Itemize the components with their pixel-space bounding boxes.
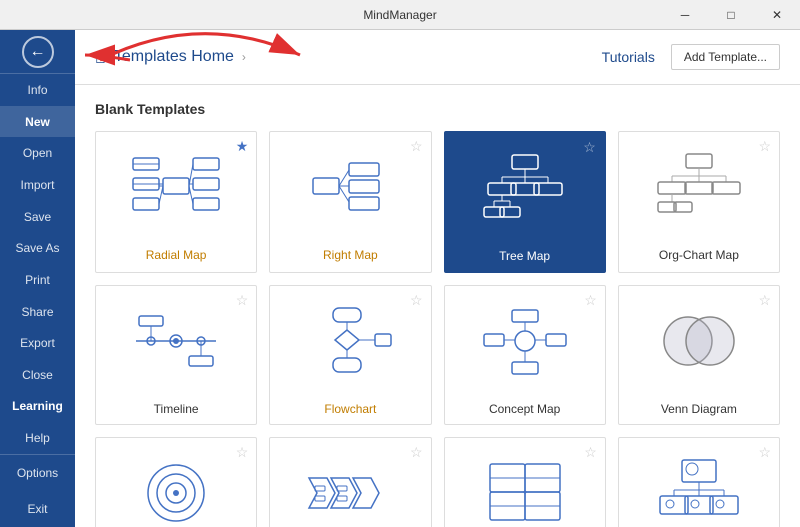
star-empty-icon-tree: ☆ [583, 139, 596, 156]
section-title: Blank Templates [95, 101, 780, 117]
template-card-right-map[interactable]: ☆ Right Map [269, 131, 431, 273]
add-template-button[interactable]: Add Template... [671, 44, 780, 70]
template12-icon-area [619, 438, 779, 527]
sidebar-item-info[interactable]: Info [0, 74, 75, 106]
template-card-concept-map[interactable]: ☆ Conce [444, 285, 606, 425]
sidebar-item-export[interactable]: Export [0, 327, 75, 359]
sidebar-item-close[interactable]: Close [0, 359, 75, 391]
minimize-button[interactable]: ─ [662, 0, 708, 30]
template-card-venn[interactable]: ☆ Venn Diagram [618, 285, 780, 425]
timeline-icon-area [96, 286, 256, 396]
sidebar-item-learning[interactable]: Learning [0, 391, 75, 423]
sidebar-item-print[interactable]: Print [0, 264, 75, 296]
sidebar-item-save[interactable]: Save [0, 201, 75, 233]
star-empty-icon-11: ☆ [584, 444, 597, 461]
sidebar-item-exit[interactable]: Exit [0, 491, 75, 527]
content-area: Blank Templates ★ [75, 85, 800, 527]
home-icon: ⌂ [95, 47, 106, 68]
star-empty-icon: ☆ [410, 138, 423, 155]
template-card-10[interactable]: ☆ [269, 437, 431, 527]
maximize-button[interactable]: □ [708, 0, 754, 30]
sidebar-item-options[interactable]: Options [0, 455, 75, 491]
sidebar-item-share[interactable]: Share [0, 296, 75, 328]
org-chart-icon-area [619, 132, 779, 242]
template-card-flowchart[interactable]: ☆ Flowchart [269, 285, 431, 425]
star-empty-icon-9: ☆ [236, 444, 249, 461]
venn-label: Venn Diagram [619, 396, 779, 424]
right-map-icon-area [270, 132, 430, 242]
window-controls: ─ □ ✕ [662, 0, 800, 30]
venn-icon-area [619, 286, 779, 396]
radial-map-label: Radial Map [96, 242, 256, 270]
star-empty-icon-timeline: ☆ [236, 292, 249, 309]
template11-icon-area [445, 438, 605, 527]
tree-map-icon-area [446, 133, 604, 243]
templates-grid: ★ [95, 131, 780, 527]
sidebar-item-new[interactable]: New [0, 106, 75, 138]
template-card-org-chart[interactable]: ☆ [618, 131, 780, 273]
back-circle-icon: ← [22, 36, 54, 68]
sidebar-item-saveas[interactable]: Save As [0, 232, 75, 264]
star-empty-icon-10: ☆ [410, 444, 423, 461]
org-chart-label: Org-Chart Map [619, 242, 779, 270]
template-card-radial-map[interactable]: ★ [95, 131, 257, 273]
close-button[interactable]: ✕ [754, 0, 800, 30]
template9-icon-area [96, 438, 256, 527]
template-card-9[interactable]: ☆ [95, 437, 257, 527]
breadcrumb-arrow: › [242, 50, 246, 64]
star-empty-icon-concept: ☆ [584, 292, 597, 309]
timeline-label: Timeline [96, 396, 256, 424]
template-card-12[interactable]: ☆ [618, 437, 780, 527]
sidebar-item-help[interactable]: Help [0, 422, 75, 454]
star-empty-icon-venn: ☆ [758, 292, 771, 309]
radial-map-icon-area [96, 132, 256, 242]
breadcrumb: ⌂ Templates Home › [95, 47, 246, 68]
template10-icon-area [270, 438, 430, 527]
breadcrumb-label: Templates Home [114, 48, 234, 66]
template-card-tree-map[interactable]: ☆ [444, 131, 606, 273]
star-empty-icon-org: ☆ [758, 138, 771, 155]
star-filled-icon: ★ [236, 138, 249, 155]
right-map-label: Right Map [270, 242, 430, 270]
template-card-11[interactable]: ☆ [444, 437, 606, 527]
back-button[interactable]: ← [0, 30, 75, 74]
tree-map-label: Tree Map [446, 243, 604, 271]
app-title: MindManager [363, 8, 436, 22]
sidebar-item-open[interactable]: Open [0, 137, 75, 169]
sidebar: ← Info New Open Import Save Save As Prin… [0, 30, 75, 527]
sidebar-item-import[interactable]: Import [0, 169, 75, 201]
app-body: ← Info New Open Import Save Save As Prin… [0, 30, 800, 527]
flowchart-icon-area [270, 286, 430, 396]
star-empty-icon-flow: ☆ [410, 292, 423, 309]
main-content: ⌂ Templates Home › Tutorials Add Templat… [75, 30, 800, 527]
concept-map-icon-area [445, 286, 605, 396]
star-empty-icon-12: ☆ [758, 444, 771, 461]
concept-map-label: Concept Map [445, 396, 605, 424]
tutorials-link[interactable]: Tutorials [602, 49, 655, 65]
title-bar: MindManager ─ □ ✕ [0, 0, 800, 30]
content-header: ⌂ Templates Home › Tutorials Add Templat… [75, 30, 800, 85]
template-card-timeline[interactable]: ☆ Timel [95, 285, 257, 425]
flowchart-label: Flowchart [270, 396, 430, 424]
header-right: Tutorials Add Template... [602, 44, 780, 70]
